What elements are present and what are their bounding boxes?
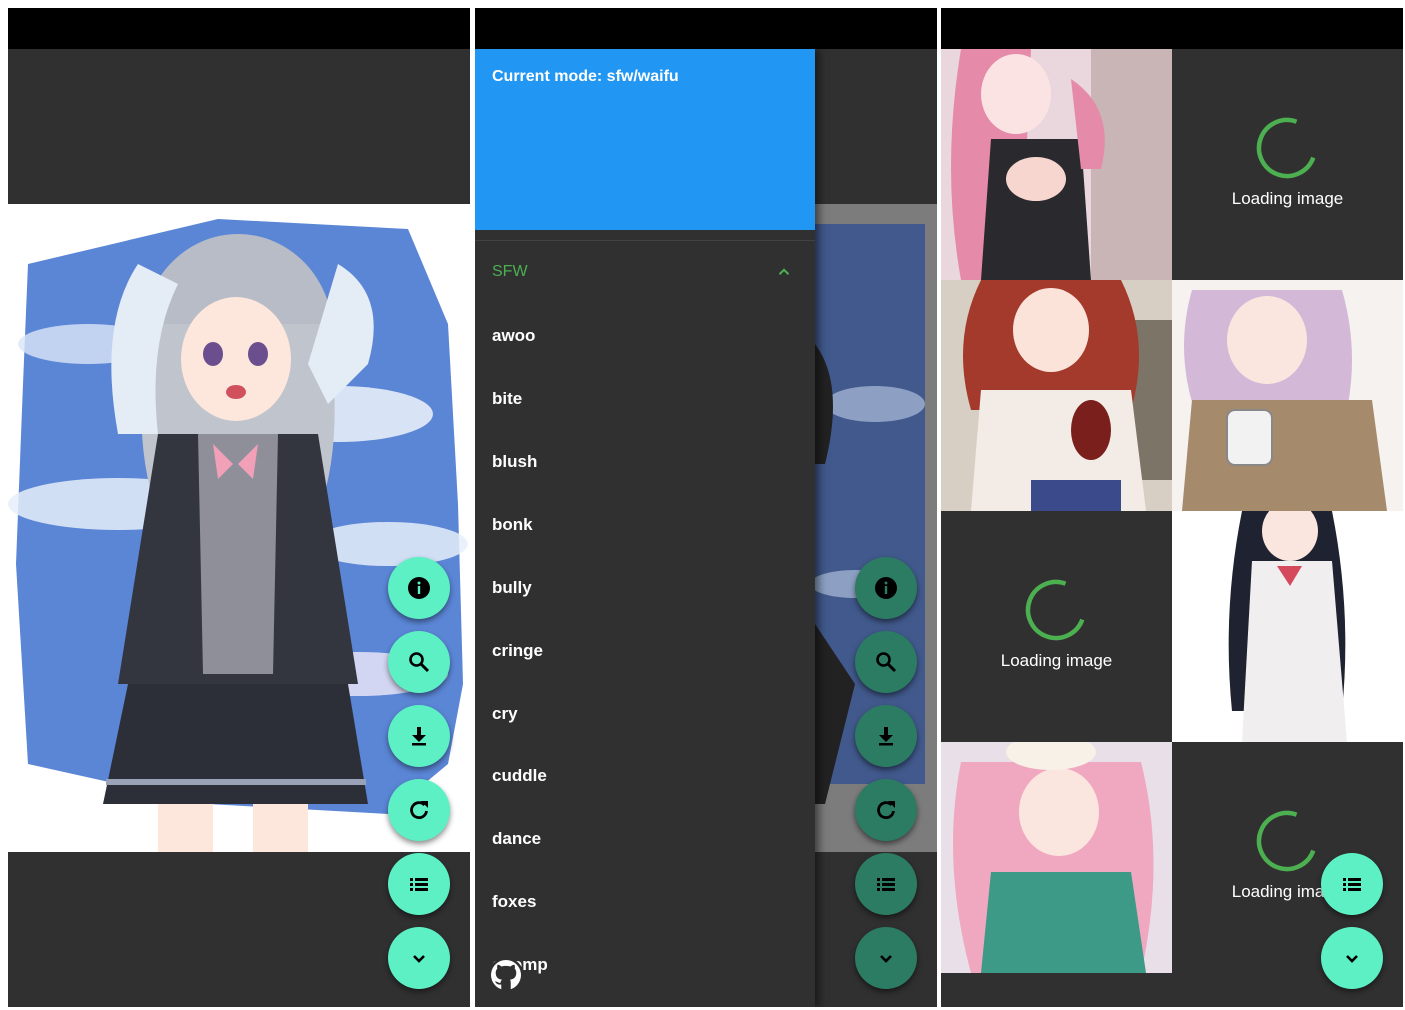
info-icon [408,577,430,599]
refresh-icon [410,801,428,820]
chevron-down-icon [880,955,892,963]
drawer-divider [475,240,815,241]
list-icon [877,878,895,891]
drawer-item-awoo[interactable]: awoo [492,326,535,346]
drawer-item-blush[interactable]: blush [492,452,537,472]
download-icon [412,727,426,746]
top-empty-area [8,49,470,204]
refresh-button[interactable] [388,779,450,841]
info-icon [875,577,897,599]
grid-image-tile[interactable] [941,742,1172,973]
loading-spinner-icon [1256,810,1316,872]
search-icon [409,652,430,673]
loading-label: Loading image [1231,189,1344,208]
status-bar [475,8,937,49]
loading-tile: Loading image [941,511,1172,742]
collapse-button[interactable] [388,927,450,989]
collapse-button[interactable] [855,927,917,989]
drawer-item-foxes[interactable]: foxes [492,892,536,912]
grid-screen: Loading image Loading image Loading imag… [941,8,1403,1007]
sfw-section-header[interactable]: SFW [475,251,815,293]
grid-image-tile[interactable] [1172,280,1403,511]
github-icon[interactable] [487,956,525,994]
download-button[interactable] [855,705,917,767]
collapse-button[interactable] [1321,927,1383,989]
grid-image-tile[interactable] [941,49,1172,280]
search-button[interactable] [855,631,917,693]
menu-list-button[interactable] [1321,853,1383,915]
chevron-up-icon [778,268,790,275]
status-bar [8,8,470,49]
menu-list-button[interactable] [855,853,917,915]
drawer-item-cringe[interactable]: cringe [492,641,543,661]
drawer-item-bite[interactable]: bite [492,389,522,409]
search-button[interactable] [388,631,450,693]
chevron-down-icon [413,955,425,963]
grid-image-tile[interactable] [1172,511,1403,742]
grid-image-tile[interactable] [941,280,1172,511]
status-bar [941,8,1403,49]
menu-list-button[interactable] [388,853,450,915]
drawer-header: Current mode: sfw/waifu [475,49,815,230]
download-button[interactable] [388,705,450,767]
refresh-button[interactable] [855,779,917,841]
info-button[interactable] [855,557,917,619]
drawer-item-dance[interactable]: dance [492,829,541,849]
list-icon [1343,878,1361,891]
loading-spinner-icon [1025,579,1085,641]
info-button[interactable] [388,557,450,619]
refresh-icon [877,801,895,820]
drawer-item-bonk[interactable]: bonk [492,515,533,535]
drawer-item-cry[interactable]: cry [492,704,518,724]
drawer-item-cuddle[interactable]: cuddle [492,766,547,786]
drawer-item-bully[interactable]: bully [492,578,532,598]
viewer-screen [8,8,470,1007]
current-mode-label: Current mode: sfw/waifu [492,68,679,85]
sfw-section-title: SFW [492,263,528,280]
loading-spinner-icon [1256,117,1316,179]
download-icon [879,727,893,746]
loading-label: Loading image [1000,651,1113,670]
search-icon [876,652,897,673]
drawer-screen: Current mode: sfw/waifu SFW awoo bite bl… [475,8,937,1007]
loading-tile: Loading image [1172,49,1403,280]
chevron-down-icon [1346,955,1358,963]
navigation-drawer: Current mode: sfw/waifu SFW awoo bite bl… [475,49,815,1007]
list-icon [410,878,428,891]
